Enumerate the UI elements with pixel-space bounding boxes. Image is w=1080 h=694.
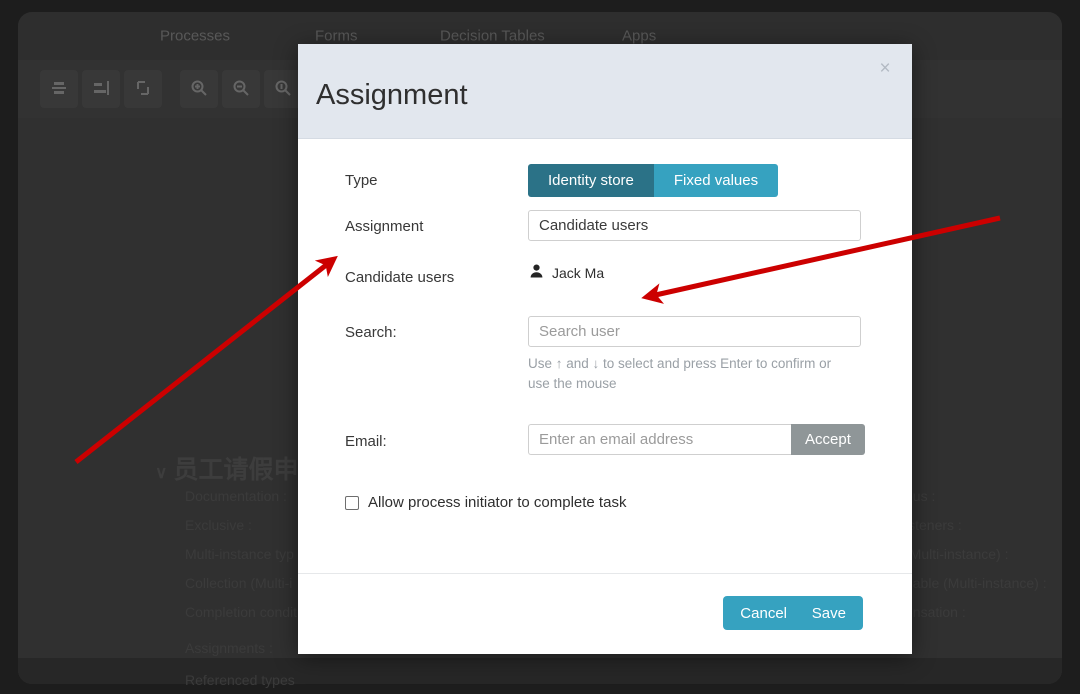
nav-tab-apps[interactable]: Apps <box>622 28 656 45</box>
type-option-fixed-values[interactable]: Fixed values <box>653 164 779 197</box>
type-option-identity-store[interactable]: Identity store <box>528 164 654 197</box>
zoom-reset-icon[interactable] <box>264 70 302 108</box>
zoom-out-icon[interactable] <box>222 70 260 108</box>
modal-footer: Cancel Save <box>298 573 912 653</box>
candidate-user-name: Jack Ma <box>552 264 605 281</box>
property-label-referenced-types: Referenced types <box>185 672 295 688</box>
search-hint-text: Use ↑ and ↓ to select and press Enter to… <box>528 356 832 391</box>
allow-initiator-checkbox[interactable] <box>345 495 359 510</box>
candidate-users-label: Candidate users <box>345 269 455 286</box>
chevron-down-icon: ∨ <box>155 463 168 482</box>
search-input[interactable] <box>528 316 861 347</box>
zoom-in-icon[interactable] <box>180 70 218 108</box>
accept-button[interactable]: Accept <box>791 424 865 455</box>
property-label-element-variable-multi: riable (Multi-instance) : <box>905 575 1047 591</box>
close-icon[interactable]: × <box>872 56 898 82</box>
type-toggle-group: Identity store Fixed values <box>528 164 779 197</box>
modal-header: Assignment × <box>298 44 912 139</box>
save-button[interactable]: Save <box>794 596 863 630</box>
email-input-group: Accept <box>528 424 865 455</box>
property-label-documentation: Documentation : <box>185 488 287 504</box>
user-icon <box>530 264 543 281</box>
email-label: Email: <box>345 433 387 450</box>
assignment-input[interactable] <box>528 210 861 241</box>
assignment-modal: Assignment × Type Identity store Fixed v… <box>298 44 912 654</box>
resize-icon[interactable] <box>124 70 162 108</box>
search-label: Search: <box>345 324 397 341</box>
cancel-button[interactable]: Cancel <box>723 596 804 630</box>
property-label-cardinality-multi-instance: (Multi-instance) : <box>905 546 1009 562</box>
type-label: Type <box>345 172 378 189</box>
align-icon[interactable] <box>40 70 78 108</box>
property-label-listeners: isteners : <box>905 517 962 533</box>
properties-title-text: 员工请假申 <box>173 456 299 484</box>
property-label-completion-condition: Completion condit <box>185 604 298 620</box>
property-label-exclusive: Exclusive : <box>185 517 252 533</box>
nav-tab-processes[interactable]: Processes <box>160 28 230 45</box>
properties-panel-title: ∨ 员工请假申 <box>155 450 298 486</box>
property-label-compensation: ensation : <box>905 604 966 620</box>
nav-tab-forms[interactable]: Forms <box>315 28 358 45</box>
app-statusbar <box>18 658 1062 684</box>
nav-tab-decision-tables[interactable]: Decision Tables <box>440 28 545 45</box>
page-title: Assignment <box>316 79 468 111</box>
modal-body: Type Identity store Fixed values Assignm… <box>298 139 912 573</box>
allow-initiator-row[interactable]: Allow process initiator to complete task <box>345 494 626 511</box>
property-label-multi-instance-type: Multi-instance typ <box>185 546 294 562</box>
property-label-collection: Collection (Multi-i <box>185 575 293 591</box>
distribute-icon[interactable] <box>82 70 120 108</box>
allow-initiator-label: Allow process initiator to complete task <box>368 494 627 511</box>
candidate-user-item[interactable]: Jack Ma <box>530 264 604 281</box>
email-field[interactable] <box>528 424 791 455</box>
assignment-label: Assignment <box>345 218 424 235</box>
property-label-assignments: Assignments : <box>185 640 273 656</box>
